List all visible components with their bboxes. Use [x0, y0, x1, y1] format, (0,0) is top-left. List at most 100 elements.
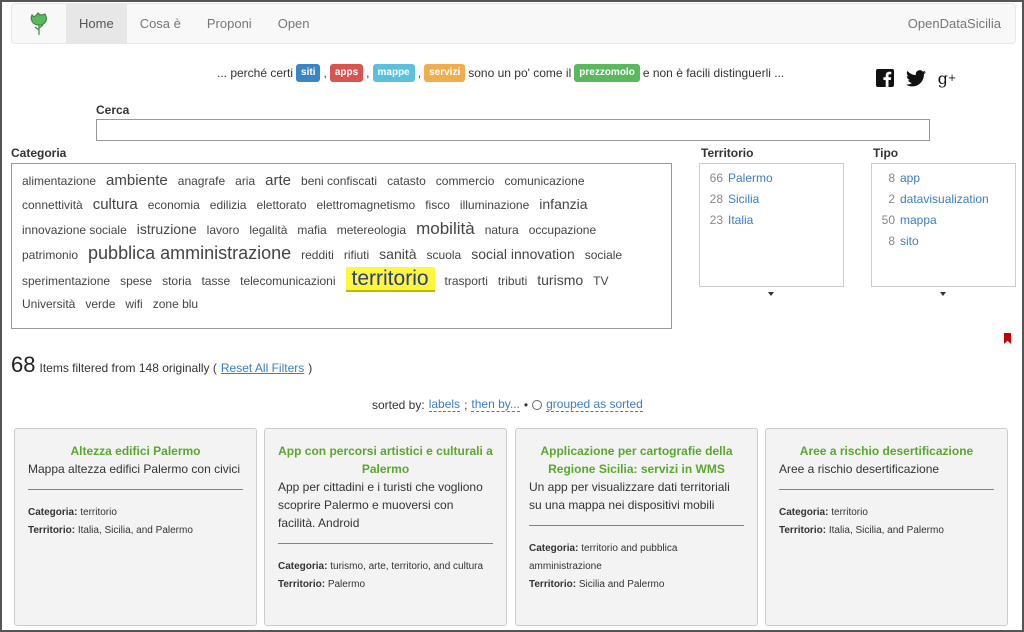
facet-label: Sicilia — [728, 191, 760, 206]
card-title[interactable]: Applicazione per cartografie della Regio… — [529, 442, 744, 478]
sorted-by-label: sorted by: — [372, 397, 425, 412]
territorio-expand-caret-icon[interactable] — [768, 292, 774, 296]
result-card[interactable]: Altezza edifici Palermo Mappa altezza edi… — [14, 428, 257, 626]
facet-item-italia[interactable]: 23 Italia — [700, 209, 843, 230]
category-tag[interactable]: tasse — [201, 270, 230, 293]
category-tag[interactable]: occupazione — [529, 219, 596, 242]
category-tag[interactable]: metereologia — [337, 219, 406, 242]
category-tag[interactable]: trasporti — [445, 270, 488, 293]
category-tag[interactable]: spese — [120, 270, 152, 293]
categoria-title: Categoria — [11, 146, 67, 160]
nav-open[interactable]: Open — [265, 4, 323, 43]
category-tag[interactable]: pubblica amministrazione — [88, 242, 291, 265]
category-tag[interactable]: sperimentazione — [22, 270, 110, 293]
nav-proponi[interactable]: Proponi — [194, 4, 265, 43]
tipo-facet-list: 8 app 2 datavisualization 50 mappa 8 sito — [871, 163, 1016, 287]
facet-item-mappa[interactable]: 50 mappa — [872, 209, 1015, 230]
search-input[interactable] — [96, 119, 930, 141]
facet-count: 23 — [709, 212, 723, 227]
badge-siti: siti — [296, 64, 321, 82]
category-tag[interactable]: social innovation — [471, 243, 575, 266]
facet-item-sito[interactable]: 8 sito — [872, 230, 1015, 251]
category-tag[interactable]: comunicazione — [504, 170, 584, 193]
category-tag[interactable]: turismo — [537, 269, 583, 292]
category-tag[interactable]: tributi — [498, 270, 527, 293]
category-tag[interactable]: fisco — [425, 194, 450, 217]
card-title[interactable]: Altezza edifici Palermo — [28, 442, 243, 460]
category-tag[interactable]: wifi — [125, 293, 142, 316]
category-tag[interactable]: territorio — [345, 267, 435, 292]
facebook-icon[interactable] — [875, 68, 895, 88]
card-territorio-label: Territorio: — [278, 579, 326, 590]
result-card[interactable]: Applicazione per cartografie della Regio… — [515, 428, 758, 626]
nav-cosa-e[interactable]: Cosa è — [127, 4, 194, 43]
facet-label: datavisualization — [900, 191, 989, 206]
category-tag[interactable]: zone blu — [153, 293, 198, 316]
card-categoria-label: Categoria: — [779, 507, 829, 518]
category-tag[interactable]: patrimonio — [22, 244, 78, 267]
category-tag[interactable]: TV — [593, 270, 608, 293]
category-tag[interactable]: infanzia — [539, 193, 587, 216]
logo[interactable] — [12, 4, 66, 43]
facet-label: sito — [900, 233, 919, 248]
card-description: Mappa altezza edifici Palermo con civici — [28, 462, 241, 476]
card-title[interactable]: App con percorsi artistici e culturali a… — [278, 442, 493, 478]
category-tag[interactable]: rifiuti — [344, 244, 369, 267]
result-card[interactable]: App con percorsi artistici e culturali a… — [264, 428, 507, 626]
category-tag[interactable]: redditi — [301, 244, 334, 267]
facet-item-palermo[interactable]: 66 Palermo — [700, 167, 843, 188]
card-title[interactable]: Aree a rischio desertificazione — [779, 442, 994, 460]
category-tag[interactable]: sociale — [585, 244, 622, 267]
category-tag[interactable]: lavoro — [207, 219, 240, 242]
category-tag[interactable]: scuola — [427, 244, 462, 267]
card-categoria-label: Categoria: — [28, 507, 78, 518]
sort-labels-link[interactable]: labels — [428, 397, 461, 412]
category-tag[interactable]: beni confiscati — [301, 170, 377, 193]
result-card[interactable]: Aree a rischio desertificazione Aree a ri… — [765, 428, 1008, 626]
category-tag[interactable]: commercio — [436, 170, 495, 193]
grouped-radio[interactable] — [532, 399, 543, 410]
category-tag[interactable]: alimentazione — [22, 170, 96, 193]
facet-item-app[interactable]: 8 app — [872, 167, 1015, 188]
category-tag[interactable]: innovazione sociale — [22, 219, 127, 242]
facet-item-sicilia[interactable]: 28 Sicilia — [700, 188, 843, 209]
category-tag[interactable]: storia — [162, 270, 191, 293]
facet-item-datavisualization[interactable]: 2 datavisualization — [872, 188, 1015, 209]
category-tag[interactable]: Università — [22, 293, 75, 316]
category-tag[interactable]: economia — [148, 194, 200, 217]
tagline-prefix: ... perché certi — [217, 66, 294, 80]
category-tag[interactable]: connettività — [22, 194, 83, 217]
category-tag[interactable]: legalità — [249, 219, 287, 242]
card-categoria: Categoria: territorio and pubblica ammin… — [529, 540, 744, 576]
reset-filters-link[interactable]: Reset All Filters — [221, 361, 304, 375]
category-tag[interactable]: mafia — [297, 219, 326, 242]
category-tag[interactable]: istruzione — [137, 218, 197, 241]
category-tag[interactable]: verde — [85, 293, 115, 316]
category-tag[interactable]: natura — [485, 219, 519, 242]
category-tag[interactable]: cultura — [93, 193, 138, 216]
category-tag[interactable]: elettorato — [256, 194, 306, 217]
category-tag[interactable]: anagrafe — [178, 170, 225, 193]
google-plus-icon[interactable]: g + — [937, 68, 957, 88]
category-tag[interactable]: catasto — [387, 170, 426, 193]
tipo-expand-caret-icon[interactable] — [940, 292, 946, 296]
category-tag[interactable]: sanità — [379, 243, 416, 266]
category-tag[interactable]: illuminazione — [460, 194, 529, 217]
results-summary: 68 Items filtered from 148 originally (R… — [11, 352, 312, 378]
category-tag[interactable]: edilizia — [210, 194, 247, 217]
sort-then-by-link[interactable]: then by... — [471, 397, 520, 412]
nav-home[interactable]: Home — [66, 4, 127, 43]
tagline-suffix: e non è facili distinguerli ... — [642, 66, 785, 80]
category-tag[interactable]: mobilità — [416, 217, 475, 240]
category-tag[interactable]: aria — [235, 170, 255, 193]
results-close-paren: ) — [308, 361, 313, 375]
category-tag[interactable]: telecomunicazioni — [240, 270, 335, 293]
category-tag[interactable]: ambiente — [106, 169, 168, 192]
brand-link[interactable]: OpenDataSicilia — [908, 16, 1015, 31]
twitter-icon[interactable] — [906, 68, 926, 88]
grouped-as-sorted-link[interactable]: grouped as sorted — [546, 397, 643, 412]
category-tag[interactable]: arte — [265, 169, 291, 192]
facet-label: mappa — [900, 212, 937, 227]
category-tag[interactable]: elettromagnetismo — [317, 194, 416, 217]
facet-count: 66 — [709, 170, 723, 185]
